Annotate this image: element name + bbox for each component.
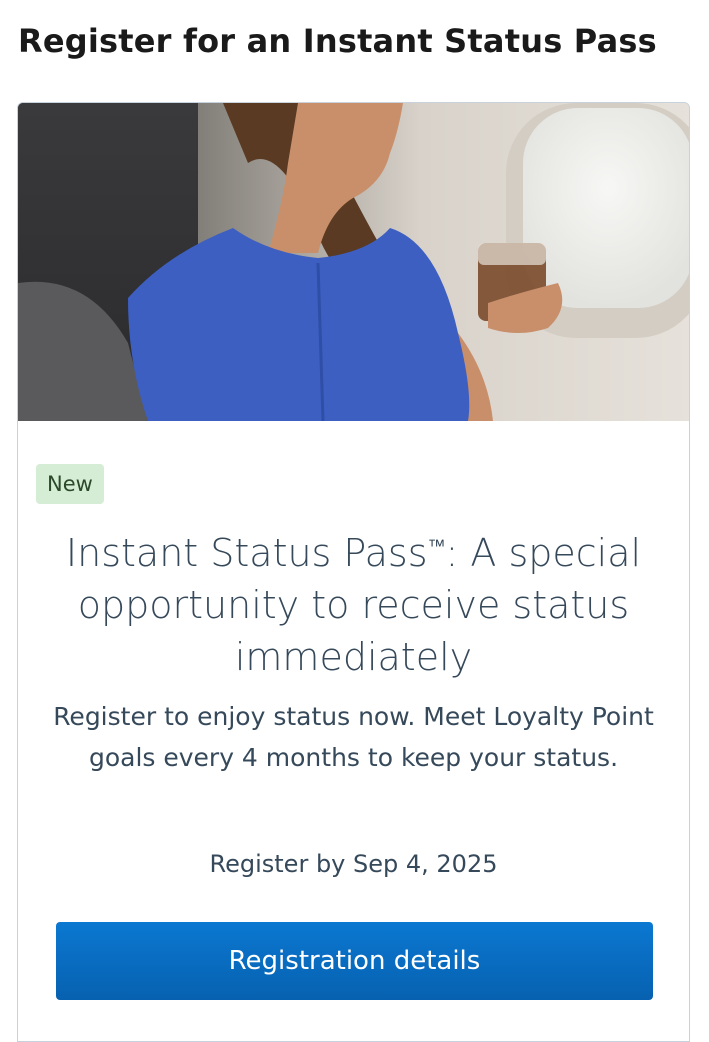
promo-card: New Instant Status Pass™: A special oppo… <box>17 102 690 1042</box>
promo-description: Register to enjoy status now. Meet Loyal… <box>53 702 654 772</box>
page-title: Register for an Instant Status Pass <box>18 22 657 60</box>
registration-deadline: Register by Sep 4, 2025 <box>209 850 498 878</box>
registration-details-button[interactable]: Registration details <box>56 922 653 1000</box>
new-badge: New <box>36 464 104 504</box>
promo-headline: Instant Status Pass™: A special opportun… <box>38 521 669 683</box>
headline-main: Instant Status Pass <box>65 531 428 575</box>
hero-image <box>18 103 689 421</box>
trademark-mark: ™ <box>427 536 446 557</box>
